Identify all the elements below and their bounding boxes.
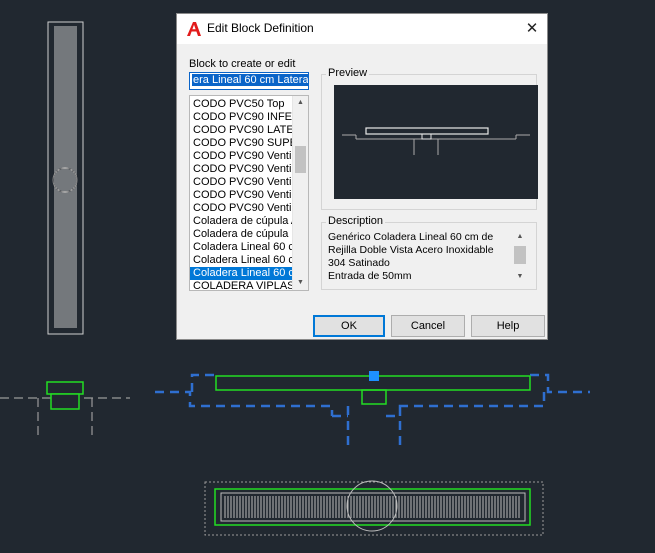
cancel-button[interactable]: Cancel [391,315,465,337]
description-line: 304 Satinado [328,257,390,269]
block-name-input[interactable]: era Lineal 60 cm Lateral [189,72,309,90]
edit-block-definition-dialog: Edit Block Definition ✕ Block to create … [176,13,548,340]
block-list-item[interactable]: CODO PVC90 Ventilación [190,150,294,163]
description-line: Entrada de 50mm [328,270,412,282]
grip-icon[interactable] [369,371,379,381]
block-list-item[interactable]: COLADERA VIPLAS [190,280,294,290]
block-list-item[interactable]: CODO PVC90 Ventilación [190,176,294,189]
autocad-logo-icon [187,22,201,36]
description-label: Description [326,215,386,227]
horizontal-drain-block[interactable] [204,480,544,536]
scroll-down-arrow-icon[interactable]: ▼ [293,276,308,290]
block-list-item[interactable]: CODO PVC90 Ventilación [190,189,294,202]
small-green-block[interactable] [0,381,130,440]
ok-button[interactable]: OK [313,315,385,337]
help-button[interactable]: Help [471,315,545,337]
block-list[interactable]: CODO PVC50 TopCODO PVC90 INFERIORCODO PV… [189,95,309,291]
block-list-item[interactable]: Coladera de cúpula B [190,228,294,241]
scroll-thumb[interactable] [295,146,306,173]
block-name-value: era Lineal 60 cm Lateral [192,74,308,86]
preview-label: Preview [326,67,370,79]
block-list-item[interactable]: Coladera Lineal 60 cm [190,241,294,254]
block-list-item[interactable]: CODO PVC90 Ventilación [190,163,294,176]
description-scrollbar[interactable]: ▲ ▼ [513,231,527,283]
block-list-item[interactable]: CODO PVC90 Ventilación [190,202,294,215]
description-line: Rejilla Doble Vista Acero Inoxidable [328,244,494,256]
block-list-item[interactable]: CODO PVC50 Top [190,98,294,111]
description-text: Genérico Coladera Lineal 60 cm de Rejill… [328,231,506,283]
preview-image [334,85,538,199]
scroll-thumb[interactable] [514,246,526,264]
block-list-item[interactable]: Coladera Lineal 60 cm [190,267,294,280]
block-list-item[interactable]: CODO PVC90 LATERAL [190,124,294,137]
close-icon[interactable]: ✕ [517,14,547,44]
block-list-item[interactable]: CODO PVC90 INFERIOR [190,111,294,124]
block-list-scrollbar[interactable]: ▲ ▼ [292,96,308,290]
block-name-label: Block to create or edit [189,58,296,70]
scroll-down-arrow-icon[interactable]: ▼ [513,271,527,283]
scroll-up-arrow-icon[interactable]: ▲ [513,231,527,243]
block-list-items: CODO PVC50 TopCODO PVC90 INFERIORCODO PV… [190,98,294,290]
scroll-up-arrow-icon[interactable]: ▲ [293,96,308,110]
block-list-item[interactable]: Coladera Lineal 60 cm [190,254,294,267]
description-line: Genérico Coladera Lineal 60 cm de [328,231,494,243]
block-list-item[interactable]: Coladera de cúpula A [190,215,294,228]
dialog-title: Edit Block Definition [207,21,314,35]
block-list-item[interactable]: CODO PVC90 SUPERIOR [190,137,294,150]
vertical-drain-block[interactable] [47,21,84,335]
selected-linear-drain-block[interactable] [155,371,590,448]
title-bar[interactable]: Edit Block Definition ✕ [177,14,547,44]
